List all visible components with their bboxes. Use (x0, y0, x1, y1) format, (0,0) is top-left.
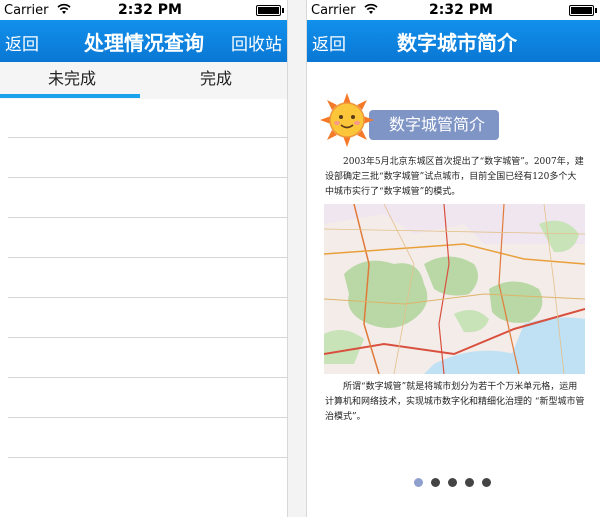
back-button[interactable]: 返回 (5, 30, 39, 55)
list-item[interactable] (8, 218, 287, 258)
map-image (324, 204, 585, 374)
nav-bar: 返回 数字城市简介 (307, 20, 600, 62)
page-dot[interactable] (414, 478, 423, 487)
page-indicator[interactable] (414, 478, 494, 488)
back-button[interactable]: 返回 (312, 30, 346, 55)
status-time: 2:32 PM (429, 2, 493, 18)
battery-tip (595, 8, 597, 13)
battery-tip (282, 8, 284, 13)
page-dot[interactable] (431, 478, 440, 487)
carrier-label: Carrier (4, 3, 49, 18)
page-dot[interactable] (482, 478, 491, 487)
battery-icon (569, 5, 594, 16)
list-item[interactable] (8, 258, 287, 298)
list-item[interactable] (8, 98, 287, 138)
list-item[interactable] (8, 138, 287, 178)
wifi-icon (57, 3, 71, 19)
page-dot[interactable] (465, 478, 474, 487)
tab-complete[interactable]: 完成 (144, 62, 287, 99)
left-screen: Carrier 2:32 PM 返回 处理情况查询 回收站 未完成 完成 (0, 0, 288, 517)
status-time: 2:32 PM (118, 2, 182, 18)
banner-label: 数字城管简介 (369, 110, 499, 140)
list-item[interactable] (8, 298, 287, 338)
right-screen: Carrier 2:32 PM 返回 数字城市简介 数字城管简介 2003年5月… (306, 0, 600, 517)
recycle-bin-button[interactable]: 回收站 (231, 30, 282, 55)
list-item[interactable] (8, 378, 287, 418)
list-item[interactable] (8, 178, 287, 218)
page-title: 处理情况查询 (84, 31, 204, 55)
page-title: 数字城市简介 (397, 31, 517, 55)
wifi-icon (364, 3, 378, 19)
sun-icon (319, 92, 375, 148)
page-dot[interactable] (448, 478, 457, 487)
status-bar: Carrier 2:32 PM (0, 0, 287, 20)
nav-bar: 返回 处理情况查询 回收站 (0, 20, 287, 62)
status-bar: Carrier 2:32 PM (307, 0, 600, 20)
list-item[interactable] (8, 338, 287, 378)
intro-paragraph: 2003年5月北京东城区首次提出了“数字城管”。2007年，建设部确定三批“数字… (325, 157, 584, 197)
definition-paragraph: 所谓“数字城管”就是将城市划分为若干个万米单元格，运用计算机和网络技术，实现城市… (325, 382, 585, 422)
list-item[interactable] (8, 418, 287, 458)
carrier-label: Carrier (311, 3, 356, 18)
battery-icon (256, 5, 281, 16)
